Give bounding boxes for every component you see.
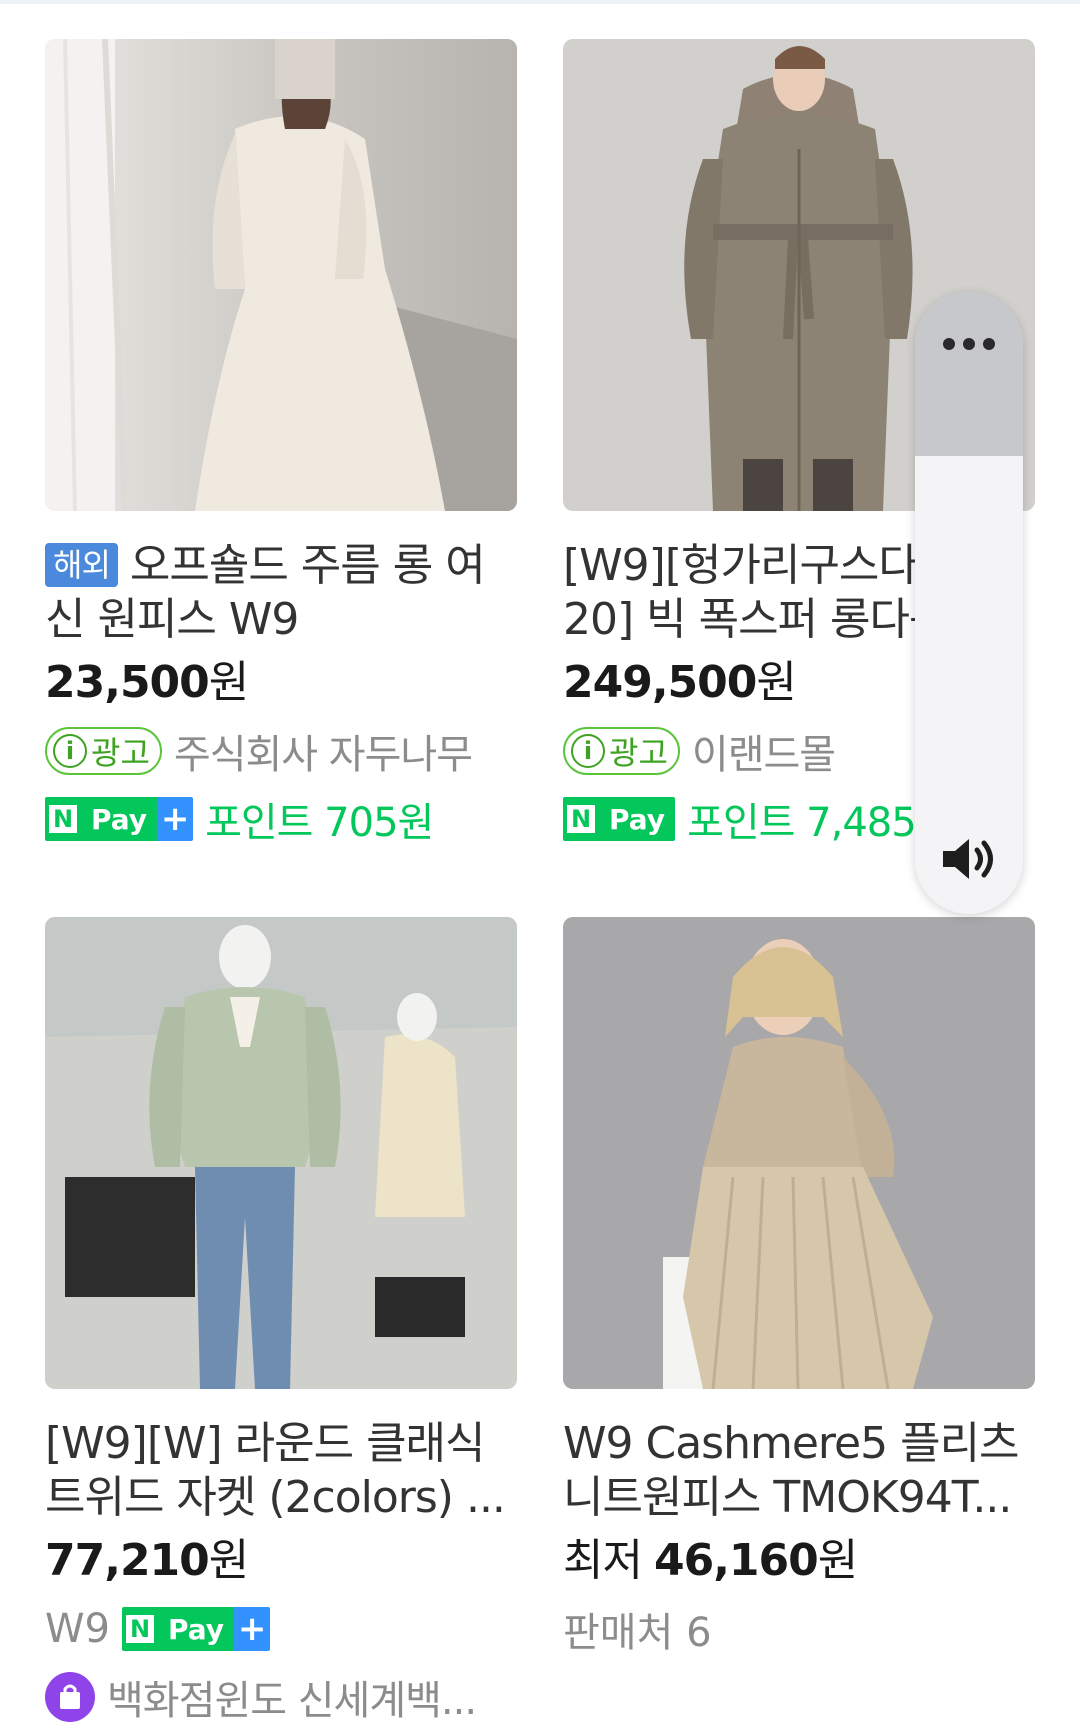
store-name[interactable]: 백화점윈도 신세계백... xyxy=(107,1668,476,1726)
product-price-4: 최저 46,160원 xyxy=(563,1531,1035,1591)
price-unit: 원 xyxy=(208,657,249,708)
price-unit: 원 xyxy=(208,1535,249,1586)
plus-icon: + xyxy=(157,797,194,841)
ad-label: 광고 xyxy=(609,734,668,772)
price-number: 249,500 xyxy=(563,657,757,708)
ad-label: 광고 xyxy=(91,734,150,772)
npay-row-1: N Pay + 포인트 705원 xyxy=(45,789,517,849)
ad-badge[interactable]: i 광고 xyxy=(45,727,162,775)
more-horizontal-icon[interactable] xyxy=(943,338,995,350)
info-icon: i xyxy=(53,734,87,768)
product-image-1[interactable] xyxy=(45,39,517,511)
pay-label: Pay xyxy=(81,797,158,841)
naver-n-icon: N xyxy=(567,805,595,833)
product-image-4[interactable] xyxy=(563,917,1035,1389)
price-number: 77,210 xyxy=(45,1535,210,1586)
product-price-1: 23,500원 xyxy=(45,653,517,713)
npay-badge: N Pay xyxy=(563,797,676,841)
product-card-3[interactable]: [W9][W] 라운드 클래식 트위드 자켓 (2colors) ... 77,… xyxy=(45,917,517,1727)
top-divider xyxy=(0,0,1080,4)
product-title-1[interactable]: 해외 오프숄드 주름 롱 여신 원피스 W9 xyxy=(45,539,517,647)
product-image-3[interactable] xyxy=(45,917,517,1389)
brand-name[interactable]: W9 xyxy=(45,1606,110,1652)
npay-plus-badge: N Pay + xyxy=(122,1607,271,1651)
pay-label: Pay xyxy=(158,1607,235,1651)
product-title-4[interactable]: W9 Cashmere5 플리츠 니트원피스 TMOK94T... xyxy=(563,1417,1035,1525)
ad-badge[interactable]: i 광고 xyxy=(563,727,680,775)
volume-slider-empty[interactable] xyxy=(915,292,1023,456)
product-photo-knit-dress xyxy=(563,917,1035,1389)
points-text: 포인트 7,485원 xyxy=(687,800,952,846)
speaker-volume-icon[interactable] xyxy=(939,834,999,884)
product-price-3: 77,210원 xyxy=(45,1531,517,1591)
volume-panel[interactable] xyxy=(915,292,1023,914)
naver-n-icon: N xyxy=(126,1615,154,1643)
npay-plus-badge: N Pay + xyxy=(45,797,194,841)
shopping-bag-icon xyxy=(45,1672,95,1722)
product-photo-tweed-jacket xyxy=(45,917,517,1389)
product-card-4[interactable]: W9 Cashmere5 플리츠 니트원피스 TMOK94T... 최저 46,1… xyxy=(563,917,1035,1659)
ad-seller-row-1: i 광고 주식회사 자두나무 xyxy=(45,721,517,781)
price-unit: 원 xyxy=(817,1535,858,1586)
price-number: 23,500 xyxy=(45,657,210,708)
product-card-1[interactable]: 해외 오프숄드 주름 롱 여신 원피스 W9 23,500원 i 광고 주식회사 … xyxy=(45,39,517,849)
overseas-badge: 해외 xyxy=(45,543,118,587)
seller-name[interactable]: 이랜드몰 xyxy=(692,722,835,780)
price-prefix: 최저 xyxy=(563,1535,643,1586)
info-icon: i xyxy=(571,734,605,768)
price-number: 46,160 xyxy=(653,1535,819,1586)
seller-name[interactable]: 주식회사 자두나무 xyxy=(174,722,472,780)
naver-n-icon: N xyxy=(49,805,77,833)
sellers-row-4: 판매처 6 xyxy=(563,1599,1035,1659)
price-unit: 원 xyxy=(756,657,796,708)
plus-icon: + xyxy=(234,1607,271,1651)
pay-label: Pay xyxy=(599,797,676,841)
product-title-3[interactable]: [W9][W] 라운드 클래식 트위드 자켓 (2colors) ... xyxy=(45,1417,517,1525)
store-row-3: 백화점윈도 신세계백... xyxy=(45,1667,517,1727)
brand-npay-row-3: W9 N Pay + xyxy=(45,1599,517,1659)
product-photo-offshoulder-dress xyxy=(45,39,517,511)
points-text: 포인트 705원 xyxy=(205,800,434,846)
seller-count[interactable]: 판매처 6 xyxy=(563,1600,712,1658)
